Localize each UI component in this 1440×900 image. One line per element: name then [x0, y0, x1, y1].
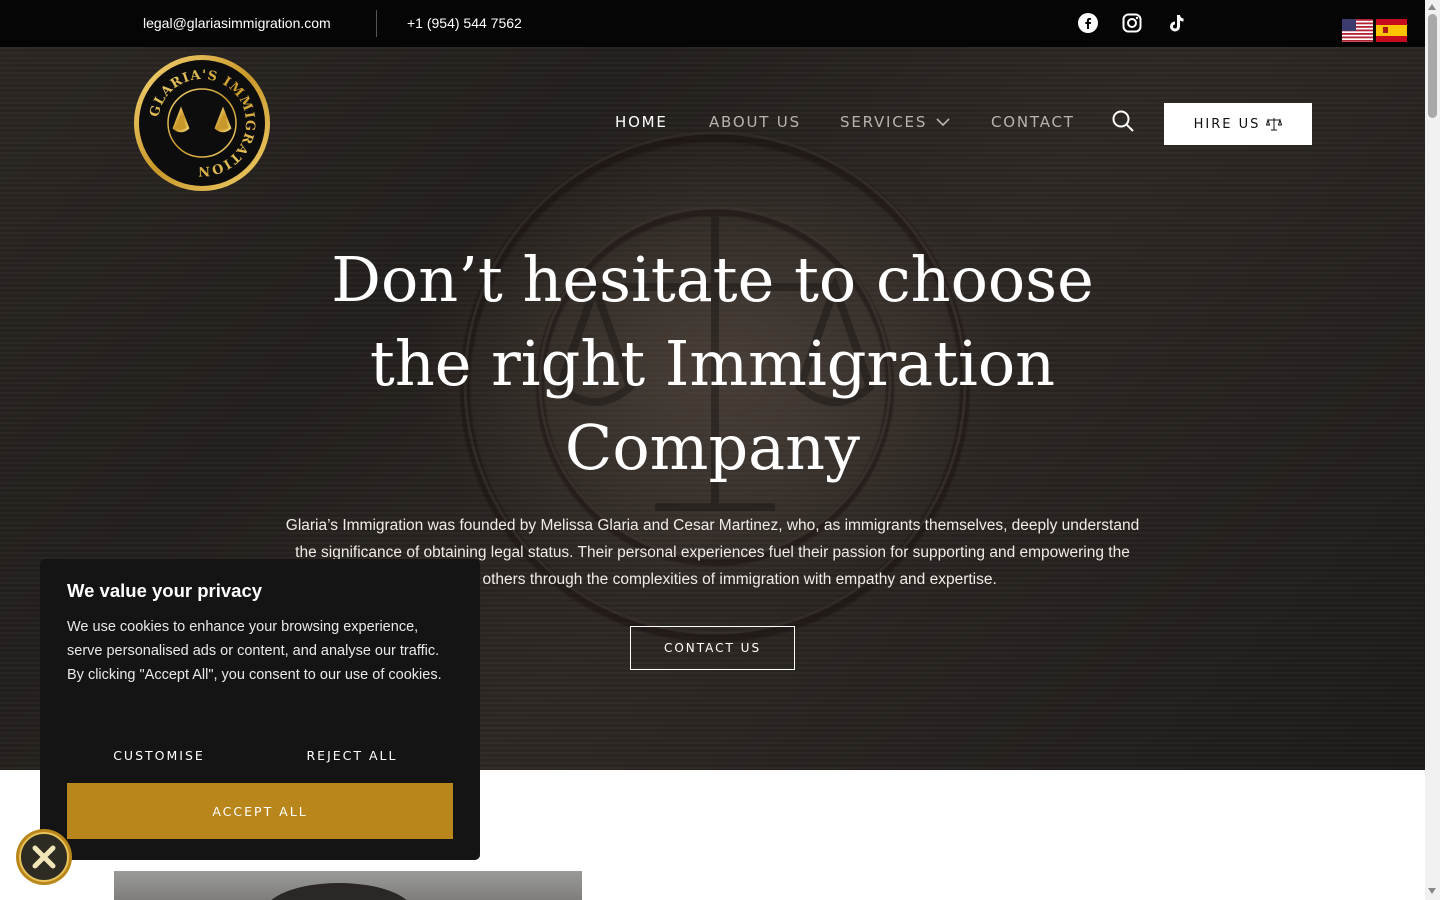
spain-flag-icon[interactable]	[1376, 19, 1407, 42]
scroll-down-arrow-icon[interactable]	[1428, 888, 1436, 894]
nav-services[interactable]: SERVICES	[840, 113, 927, 131]
scrollbar-thumb[interactable]	[1428, 14, 1437, 118]
nav-about-us[interactable]: ABOUT US	[709, 113, 801, 131]
tiktok-icon[interactable]	[1165, 12, 1187, 34]
contact-email[interactable]: legal@glariasimmigration.com	[143, 15, 331, 31]
hero-title-line: Don’t hesitate to choose	[331, 243, 1094, 316]
top-bar: legal@glariasimmigration.com +1 (954) 54…	[0, 0, 1425, 47]
hero-title-line: Company	[564, 411, 861, 484]
nav-contact[interactable]: CONTACT	[991, 113, 1075, 131]
facebook-icon[interactable]	[1077, 12, 1099, 34]
scroll-up-arrow-icon[interactable]	[1428, 4, 1436, 10]
hero-title: Don’t hesitate to choose the right Immig…	[300, 238, 1125, 490]
customise-button[interactable]: CUSTOMISE	[100, 741, 218, 769]
photo-subject	[264, 883, 414, 900]
us-flag-icon[interactable]	[1342, 19, 1373, 42]
reject-all-button[interactable]: REJECT ALL	[292, 741, 412, 769]
cookie-consent-panel: We value your privacy We use cookies to …	[40, 559, 480, 860]
founder-photo	[114, 871, 582, 900]
contact-phone[interactable]: +1 (954) 544 7562	[407, 15, 522, 31]
search-icon[interactable]	[1111, 109, 1135, 133]
hero-description-line: Glaria’s Immigration was founded by Meli…	[285, 517, 1140, 534]
cookie-title: We value your privacy	[67, 580, 263, 601]
contact-us-button[interactable]: CONTACT US	[630, 626, 795, 670]
topbar-divider	[376, 10, 377, 37]
scales-icon	[1266, 118, 1283, 131]
nav-home[interactable]: HOME	[615, 113, 668, 131]
cookie-text: We use cookies to enhance your browsing …	[67, 619, 442, 683]
chevron-down-icon[interactable]	[936, 117, 950, 127]
cookie-settings-toggle-icon[interactable]	[15, 828, 73, 886]
hire-us-button[interactable]: HIRE US	[1164, 103, 1312, 145]
page-scrollbar[interactable]	[1425, 0, 1440, 900]
instagram-icon[interactable]	[1121, 12, 1143, 34]
glarias-immigration-logo[interactable]: GLARIA'S IMMIGRATION	[133, 54, 271, 192]
hire-us-label: HIRE US	[1193, 116, 1261, 132]
hero-title-line: the right Immigration	[369, 327, 1056, 400]
accept-all-button[interactable]: ACCEPT ALL	[67, 783, 453, 839]
